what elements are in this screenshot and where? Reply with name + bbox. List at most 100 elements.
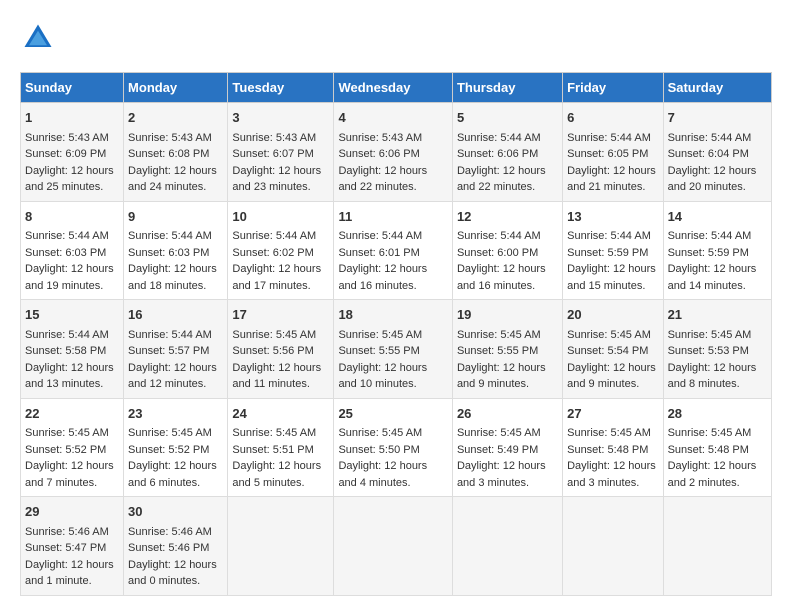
day-number: 1 bbox=[25, 108, 119, 128]
day-cell-20: 20 Sunrise: 5:45 AMSunset: 5:54 PMDayligh… bbox=[563, 300, 663, 399]
day-info: Sunrise: 5:44 AMSunset: 5:57 PMDaylight:… bbox=[128, 329, 217, 391]
day-number: 15 bbox=[25, 305, 119, 325]
day-cell-22: 22 Sunrise: 5:45 AMSunset: 5:52 PMDayligh… bbox=[21, 398, 124, 497]
header-wednesday: Wednesday bbox=[334, 73, 453, 103]
day-cell-7: 7 Sunrise: 5:44 AMSunset: 6:04 PMDaylight… bbox=[663, 103, 771, 202]
day-info: Sunrise: 5:45 AMSunset: 5:48 PMDaylight:… bbox=[668, 427, 757, 489]
day-number: 13 bbox=[567, 207, 658, 227]
week-row-4: 22 Sunrise: 5:45 AMSunset: 5:52 PMDayligh… bbox=[21, 398, 772, 497]
day-info: Sunrise: 5:44 AMSunset: 6:02 PMDaylight:… bbox=[232, 230, 321, 292]
day-number: 12 bbox=[457, 207, 558, 227]
day-cell-29: 29 Sunrise: 5:46 AMSunset: 5:47 PMDayligh… bbox=[21, 497, 124, 596]
day-info: Sunrise: 5:44 AMSunset: 6:03 PMDaylight:… bbox=[128, 230, 217, 292]
day-info: Sunrise: 5:45 AMSunset: 5:52 PMDaylight:… bbox=[128, 427, 217, 489]
day-info: Sunrise: 5:45 AMSunset: 5:54 PMDaylight:… bbox=[567, 329, 656, 391]
week-row-3: 15 Sunrise: 5:44 AMSunset: 5:58 PMDayligh… bbox=[21, 300, 772, 399]
day-number: 29 bbox=[25, 502, 119, 522]
day-cell-14: 14 Sunrise: 5:44 AMSunset: 5:59 PMDayligh… bbox=[663, 201, 771, 300]
week-row-1: 1Sunrise: 5:43 AMSunset: 6:09 PMDaylight… bbox=[21, 103, 772, 202]
day-number: 2 bbox=[128, 108, 223, 128]
day-cell-3: 3Sunrise: 5:43 AMSunset: 6:07 PMDaylight… bbox=[228, 103, 334, 202]
week-row-5: 29 Sunrise: 5:46 AMSunset: 5:47 PMDayligh… bbox=[21, 497, 772, 596]
day-cell-26: 26Sunrise: 5:45 AMSunset: 5:49 PMDayligh… bbox=[452, 398, 562, 497]
day-cell-4: 4 Sunrise: 5:43 AMSunset: 6:06 PMDaylight… bbox=[334, 103, 453, 202]
header-tuesday: Tuesday bbox=[228, 73, 334, 103]
day-cell-5: 5 Sunrise: 5:44 AMSunset: 6:06 PMDaylight… bbox=[452, 103, 562, 202]
day-info: Sunrise: 5:46 AMSunset: 5:47 PMDaylight:… bbox=[25, 526, 114, 588]
page-header bbox=[20, 20, 772, 56]
day-cell-9: 9 Sunrise: 5:44 AMSunset: 6:03 PMDaylight… bbox=[124, 201, 228, 300]
header-row: SundayMondayTuesdayWednesdayThursdayFrid… bbox=[21, 73, 772, 103]
day-info: Sunrise: 5:44 AMSunset: 6:05 PMDaylight:… bbox=[567, 132, 656, 194]
day-info: Sunrise: 5:45 AMSunset: 5:48 PMDaylight:… bbox=[567, 427, 656, 489]
day-cell-12: 12 Sunrise: 5:44 AMSunset: 6:00 PMDayligh… bbox=[452, 201, 562, 300]
day-number: 9 bbox=[128, 207, 223, 227]
day-cell-8: 8 Sunrise: 5:44 AMSunset: 6:03 PMDaylight… bbox=[21, 201, 124, 300]
logo bbox=[20, 20, 62, 56]
day-cell-28: 28Sunrise: 5:45 AMSunset: 5:48 PMDayligh… bbox=[663, 398, 771, 497]
day-info: Sunrise: 5:44 AMSunset: 5:59 PMDaylight:… bbox=[668, 230, 757, 292]
day-number: 21 bbox=[668, 305, 767, 325]
day-info: Sunrise: 5:46 AMSunset: 5:46 PMDaylight:… bbox=[128, 526, 217, 588]
day-number: 8 bbox=[25, 207, 119, 227]
day-info: Sunrise: 5:45 AMSunset: 5:53 PMDaylight:… bbox=[668, 329, 757, 391]
header-saturday: Saturday bbox=[663, 73, 771, 103]
day-cell-6: 6 Sunrise: 5:44 AMSunset: 6:05 PMDaylight… bbox=[563, 103, 663, 202]
day-cell-18: 18Sunrise: 5:45 AMSunset: 5:55 PMDayligh… bbox=[334, 300, 453, 399]
day-info: Sunrise: 5:45 AMSunset: 5:51 PMDaylight:… bbox=[232, 427, 321, 489]
day-number: 18 bbox=[338, 305, 448, 325]
header-monday: Monday bbox=[124, 73, 228, 103]
day-number: 6 bbox=[567, 108, 658, 128]
day-number: 26 bbox=[457, 404, 558, 424]
day-number: 22 bbox=[25, 404, 119, 424]
day-number: 16 bbox=[128, 305, 223, 325]
header-friday: Friday bbox=[563, 73, 663, 103]
day-cell-27: 27 Sunrise: 5:45 AMSunset: 5:48 PMDayligh… bbox=[563, 398, 663, 497]
day-number: 14 bbox=[668, 207, 767, 227]
day-info: Sunrise: 5:44 AMSunset: 6:00 PMDaylight:… bbox=[457, 230, 546, 292]
day-cell-2: 2Sunrise: 5:43 AMSunset: 6:08 PMDaylight… bbox=[124, 103, 228, 202]
day-info: Sunrise: 5:45 AMSunset: 5:56 PMDaylight:… bbox=[232, 329, 321, 391]
day-cell-17: 17 Sunrise: 5:45 AMSunset: 5:56 PMDayligh… bbox=[228, 300, 334, 399]
day-number: 11 bbox=[338, 207, 448, 227]
day-cell-19: 19 Sunrise: 5:45 AMSunset: 5:55 PMDayligh… bbox=[452, 300, 562, 399]
header-sunday: Sunday bbox=[21, 73, 124, 103]
day-number: 19 bbox=[457, 305, 558, 325]
day-cell-30: 30 Sunrise: 5:46 AMSunset: 5:46 PMDayligh… bbox=[124, 497, 228, 596]
day-info: Sunrise: 5:44 AMSunset: 6:06 PMDaylight:… bbox=[457, 132, 546, 194]
day-cell-23: 23 Sunrise: 5:45 AMSunset: 5:52 PMDayligh… bbox=[124, 398, 228, 497]
day-info: Sunrise: 5:44 AMSunset: 5:59 PMDaylight:… bbox=[567, 230, 656, 292]
day-number: 5 bbox=[457, 108, 558, 128]
day-number: 30 bbox=[128, 502, 223, 522]
empty-cell bbox=[452, 497, 562, 596]
day-number: 20 bbox=[567, 305, 658, 325]
day-cell-24: 24Sunrise: 5:45 AMSunset: 5:51 PMDayligh… bbox=[228, 398, 334, 497]
day-number: 4 bbox=[338, 108, 448, 128]
day-info: Sunrise: 5:44 AMSunset: 6:04 PMDaylight:… bbox=[668, 132, 757, 194]
day-number: 27 bbox=[567, 404, 658, 424]
day-number: 7 bbox=[668, 108, 767, 128]
header-thursday: Thursday bbox=[452, 73, 562, 103]
day-number: 10 bbox=[232, 207, 329, 227]
logo-icon bbox=[20, 20, 56, 56]
day-cell-10: 10 Sunrise: 5:44 AMSunset: 6:02 PMDayligh… bbox=[228, 201, 334, 300]
calendar-table: SundayMondayTuesdayWednesdayThursdayFrid… bbox=[20, 72, 772, 596]
day-cell-16: 16 Sunrise: 5:44 AMSunset: 5:57 PMDayligh… bbox=[124, 300, 228, 399]
empty-cell bbox=[228, 497, 334, 596]
day-info: Sunrise: 5:45 AMSunset: 5:55 PMDaylight:… bbox=[457, 329, 546, 391]
day-info: Sunrise: 5:43 AMSunset: 6:06 PMDaylight:… bbox=[338, 132, 427, 194]
day-cell-25: 25 Sunrise: 5:45 AMSunset: 5:50 PMDayligh… bbox=[334, 398, 453, 497]
day-info: Sunrise: 5:43 AMSunset: 6:07 PMDaylight:… bbox=[232, 132, 321, 194]
day-info: Sunrise: 5:45 AMSunset: 5:50 PMDaylight:… bbox=[338, 427, 427, 489]
day-number: 25 bbox=[338, 404, 448, 424]
day-info: Sunrise: 5:44 AMSunset: 6:01 PMDaylight:… bbox=[338, 230, 427, 292]
day-cell-11: 11 Sunrise: 5:44 AMSunset: 6:01 PMDayligh… bbox=[334, 201, 453, 300]
day-info: Sunrise: 5:44 AMSunset: 6:03 PMDaylight:… bbox=[25, 230, 114, 292]
day-number: 23 bbox=[128, 404, 223, 424]
day-info: Sunrise: 5:44 AMSunset: 5:58 PMDaylight:… bbox=[25, 329, 114, 391]
week-row-2: 8 Sunrise: 5:44 AMSunset: 6:03 PMDaylight… bbox=[21, 201, 772, 300]
day-info: Sunrise: 5:45 AMSunset: 5:52 PMDaylight:… bbox=[25, 427, 114, 489]
day-number: 17 bbox=[232, 305, 329, 325]
empty-cell bbox=[663, 497, 771, 596]
empty-cell bbox=[334, 497, 453, 596]
